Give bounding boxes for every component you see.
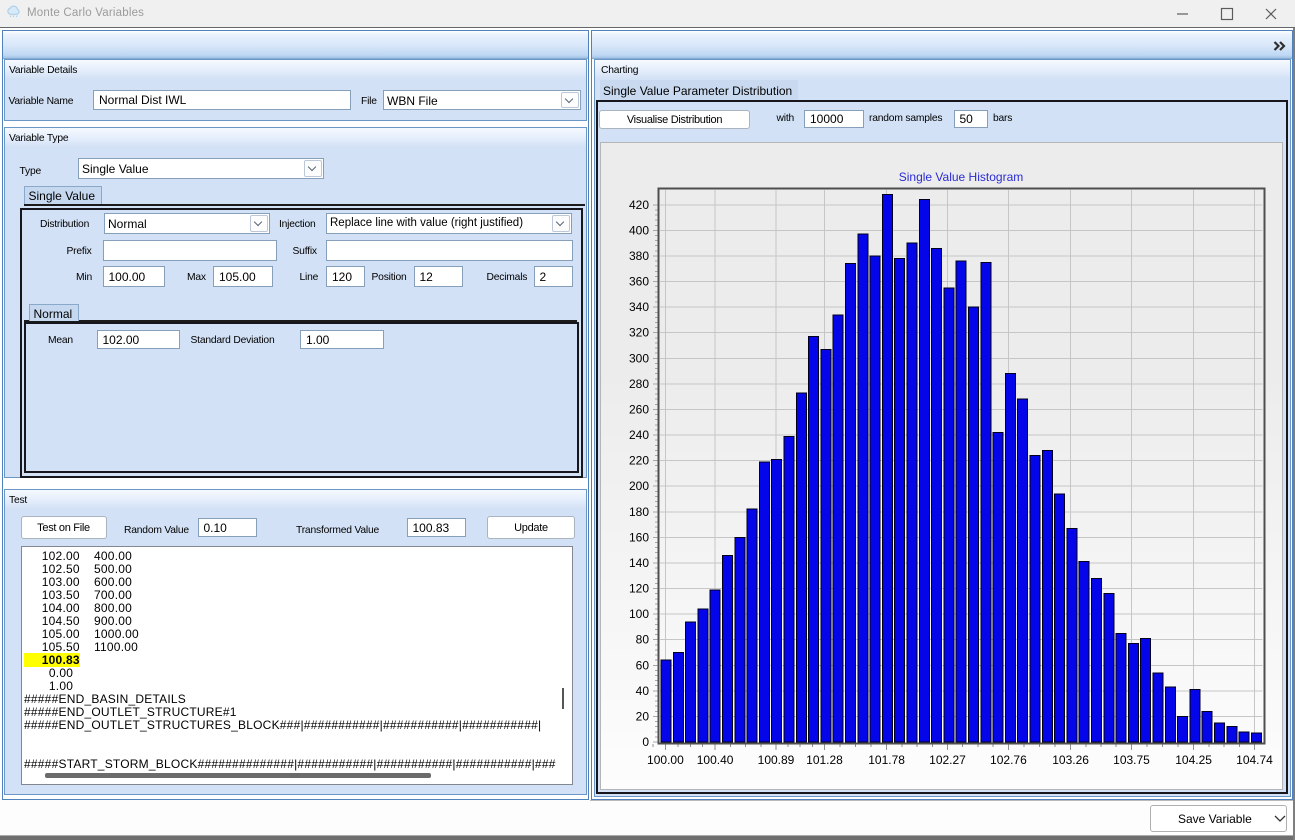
- svg-text:103.26: 103.26: [1052, 753, 1089, 767]
- svg-text:100.40: 100.40: [697, 753, 734, 767]
- svg-text:260: 260: [629, 403, 649, 417]
- svg-text:100.00: 100.00: [647, 753, 684, 767]
- svg-text:101.78: 101.78: [868, 753, 905, 767]
- svg-text:80: 80: [636, 633, 650, 647]
- svg-text:103.75: 103.75: [1113, 753, 1150, 767]
- svg-text:100: 100: [629, 607, 649, 621]
- svg-text:400: 400: [629, 223, 649, 237]
- svg-text:340: 340: [629, 300, 649, 314]
- svg-text:240: 240: [629, 428, 649, 442]
- svg-text:102.27: 102.27: [929, 753, 966, 767]
- svg-text:20: 20: [636, 709, 650, 723]
- svg-text:102.76: 102.76: [990, 753, 1027, 767]
- svg-text:320: 320: [629, 326, 649, 340]
- svg-text:0: 0: [642, 735, 649, 749]
- svg-text:220: 220: [629, 454, 649, 468]
- svg-text:280: 280: [629, 377, 649, 391]
- svg-text:200: 200: [629, 479, 649, 493]
- svg-text:40: 40: [636, 684, 650, 698]
- svg-text:180: 180: [629, 505, 649, 519]
- svg-text:101.28: 101.28: [806, 753, 843, 767]
- svg-text:100.89: 100.89: [758, 753, 795, 767]
- svg-text:120: 120: [629, 582, 649, 596]
- svg-text:104.74: 104.74: [1236, 753, 1273, 767]
- svg-text:360: 360: [629, 275, 649, 289]
- svg-text:140: 140: [629, 556, 649, 570]
- svg-text:60: 60: [636, 658, 650, 672]
- svg-text:420: 420: [629, 198, 649, 212]
- svg-text:Single Value Histogram: Single Value Histogram: [899, 170, 1024, 184]
- svg-text:104.25: 104.25: [1175, 753, 1212, 767]
- svg-text:300: 300: [629, 351, 649, 365]
- svg-text:380: 380: [629, 249, 649, 263]
- svg-text:160: 160: [629, 530, 649, 544]
